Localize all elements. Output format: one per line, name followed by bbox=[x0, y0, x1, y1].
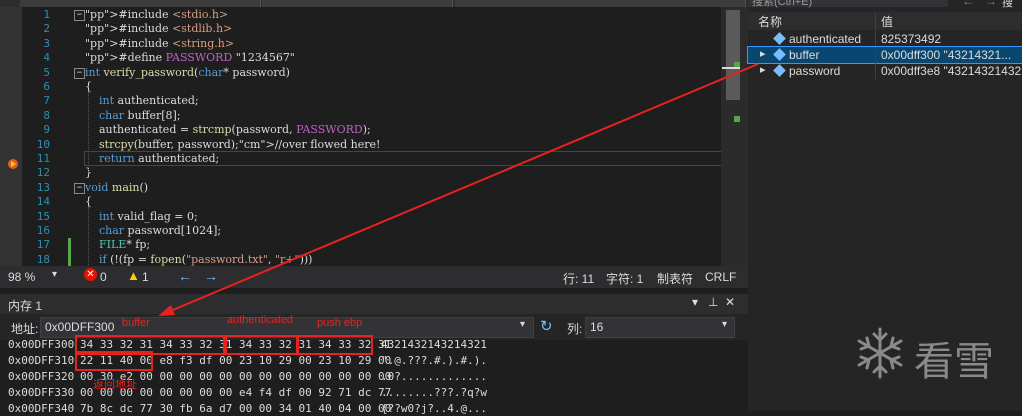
annotation-arrow bbox=[158, 63, 759, 316]
